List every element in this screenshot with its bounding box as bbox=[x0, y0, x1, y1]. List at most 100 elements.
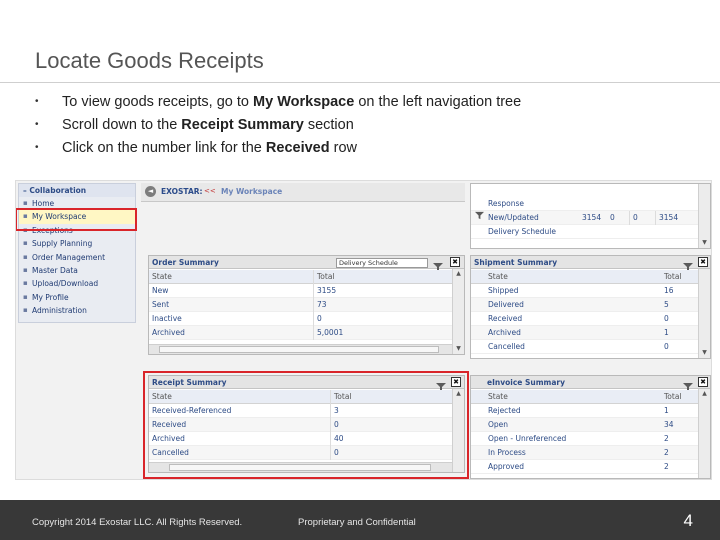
export-icon[interactable]: ✖ bbox=[698, 257, 708, 267]
table-row: Delivered 5 bbox=[471, 298, 700, 312]
filter-icon[interactable] bbox=[683, 377, 693, 391]
nav-item-administration[interactable]: ▪ Administration bbox=[19, 304, 135, 317]
table-cell[interactable]: 3154 bbox=[655, 211, 699, 225]
bullet-icon: • bbox=[35, 96, 39, 107]
table-cell[interactable]: 73 bbox=[313, 298, 454, 312]
table-cell[interactable]: 3155 bbox=[313, 284, 454, 298]
vertical-scrollbar[interactable]: ▲ bbox=[698, 389, 710, 478]
page-number: 4 bbox=[683, 511, 693, 530]
table-cell[interactable]: 16 bbox=[661, 284, 700, 298]
instruction-item: • Scroll down to the Receipt Summary sec… bbox=[35, 115, 521, 138]
table-row: Cancelled 0 bbox=[471, 340, 700, 354]
table-cell: Shipped bbox=[488, 286, 519, 295]
breadcrumb-separator: << bbox=[204, 187, 216, 195]
table-cell[interactable]: 5,0001 bbox=[313, 326, 454, 340]
table-cell[interactable]: 0 bbox=[607, 211, 629, 225]
table-cell[interactable]: 2 bbox=[661, 446, 700, 460]
table-row: Rejected 1 bbox=[471, 404, 700, 418]
nav-item-label: Home bbox=[32, 199, 55, 208]
table-cell: New bbox=[152, 286, 169, 295]
column-header: Total bbox=[313, 270, 454, 284]
instruction-emphasis: My Workspace bbox=[253, 94, 355, 110]
column-header: State bbox=[152, 272, 172, 281]
table-row: Received 0 bbox=[471, 312, 700, 326]
table-cell[interactable]: 0 bbox=[661, 340, 700, 354]
table-cell[interactable]: 1 bbox=[661, 326, 700, 340]
table-cell[interactable]: 34 bbox=[661, 418, 700, 432]
table-row: New 3155 bbox=[149, 284, 454, 298]
table-cell: Inactive bbox=[152, 314, 182, 323]
instruction-item: • To view goods receipts, go to My Works… bbox=[35, 92, 521, 115]
filter-icon[interactable] bbox=[433, 257, 443, 271]
table-row: Archived 1 bbox=[471, 326, 700, 340]
table-cell: Cancelled bbox=[488, 342, 525, 351]
table-row: Delivery Schedule bbox=[471, 225, 700, 239]
nav-item-master-data[interactable]: ▪ Master Data bbox=[19, 264, 135, 277]
nav-bullet-icon: ▪ bbox=[23, 252, 28, 261]
nav-item-label: Supply Planning bbox=[32, 239, 93, 249]
vertical-scrollbar[interactable]: ▼ bbox=[698, 184, 710, 248]
table-cell[interactable]: 2 bbox=[661, 432, 700, 446]
nav-section-collaboration[interactable]: – Collaboration bbox=[19, 184, 135, 197]
table-cell[interactable]: 0 bbox=[629, 211, 653, 225]
scroll-down-icon[interactable]: ▼ bbox=[699, 348, 710, 358]
instruction-text: section bbox=[303, 117, 354, 133]
filter-icon[interactable] bbox=[683, 257, 693, 271]
slide-title: Locate Goods Receipts bbox=[35, 48, 264, 73]
nav-bullet-icon: ▪ bbox=[23, 279, 28, 288]
table-cell[interactable]: 0 bbox=[661, 312, 700, 326]
table-row: Sent 73 bbox=[149, 298, 454, 312]
confidentiality-text: Proprietary and Confidential bbox=[298, 517, 416, 528]
back-arrow-icon[interactable]: ◄ bbox=[145, 186, 156, 197]
table-cell: Archived bbox=[488, 328, 521, 337]
nav-item-order-management[interactable]: ▪ Order Management bbox=[19, 251, 135, 264]
table-cell[interactable]: 0 bbox=[313, 312, 454, 326]
horizontal-scrollbar[interactable] bbox=[149, 344, 452, 354]
copyright-text: Copyright 2014 Exostar LLC. All Rights R… bbox=[32, 517, 243, 528]
table-row: Open - Unreferenced 2 bbox=[471, 432, 700, 446]
bullet-icon: • bbox=[35, 142, 39, 153]
scroll-up-icon[interactable]: ▲ bbox=[453, 269, 464, 279]
table-row: Inactive 0 bbox=[149, 312, 454, 326]
receipt-summary-highlight bbox=[143, 371, 469, 479]
title-divider bbox=[0, 82, 720, 83]
table-row: Approved 2 bbox=[471, 460, 700, 474]
export-icon[interactable]: ✖ bbox=[698, 377, 708, 387]
vertical-scrollbar[interactable]: ▼ bbox=[698, 269, 710, 358]
scroll-down-icon[interactable]: ▼ bbox=[453, 344, 464, 354]
table-header: State Total bbox=[471, 390, 700, 404]
nav-item-upload-download[interactable]: ▪ Upload/Download bbox=[19, 277, 135, 290]
table-cell[interactable]: 2 bbox=[661, 460, 700, 474]
panel-header: Shipment Summary ✖ bbox=[471, 256, 710, 271]
nav-bullet-icon: ▪ bbox=[23, 239, 28, 248]
filter-icon[interactable] bbox=[472, 211, 484, 225]
nav-bullet-icon: ▪ bbox=[23, 306, 28, 315]
instruction-text: Scroll down to the bbox=[62, 117, 182, 133]
table-cell: Open - Unreferenced bbox=[488, 434, 567, 443]
panel-title: Order Summary bbox=[152, 258, 219, 267]
table-cell[interactable]: 5 bbox=[661, 298, 700, 312]
table-row: Open 34 bbox=[471, 418, 700, 432]
nav-item-supply-planning[interactable]: ▪ Supply Planning bbox=[19, 237, 135, 250]
panel-title: eInvoice Summary bbox=[487, 378, 565, 387]
scroll-thumb[interactable] bbox=[159, 346, 439, 353]
summary-type-select[interactable]: Delivery Schedule bbox=[336, 258, 428, 268]
instruction-list: • To view goods receipts, go to My Works… bbox=[35, 92, 521, 161]
column-header: Total bbox=[664, 392, 682, 401]
instruction-item: • Click on the number link for the Recei… bbox=[35, 138, 521, 161]
export-icon[interactable]: ✖ bbox=[450, 257, 460, 267]
scroll-down-icon[interactable]: ▼ bbox=[699, 238, 710, 248]
my-workspace-highlight bbox=[16, 208, 137, 231]
vertical-scrollbar[interactable]: ▲ ▼ bbox=[452, 269, 464, 354]
column-header: State bbox=[488, 272, 508, 281]
nav-item-my-profile[interactable]: ▪ My Profile bbox=[19, 291, 135, 304]
order-summary-panel: Order Summary Delivery Schedule ✖ State … bbox=[148, 255, 465, 355]
instruction-text: row bbox=[329, 140, 357, 156]
table-cell: Delivered bbox=[488, 300, 524, 309]
table-cell[interactable]: 3154 bbox=[579, 211, 607, 225]
instruction-text: on the left navigation tree bbox=[354, 94, 522, 110]
table-cell[interactable]: 1 bbox=[661, 404, 700, 418]
nav-item-label: My Profile bbox=[32, 292, 69, 302]
scroll-up-icon[interactable]: ▲ bbox=[699, 389, 710, 399]
table-cell: Received bbox=[488, 314, 523, 323]
